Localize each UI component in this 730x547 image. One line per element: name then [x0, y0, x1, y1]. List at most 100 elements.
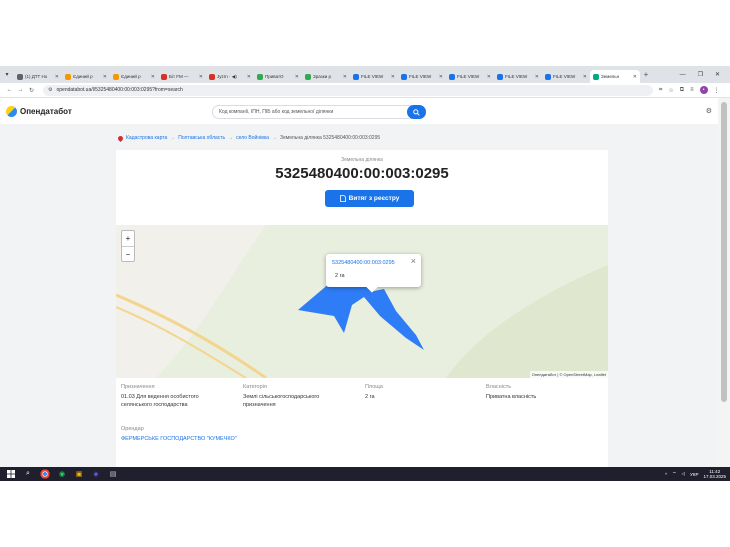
translate-icon[interactable]: ⌗	[659, 87, 662, 94]
tab-close-icon[interactable]: ✕	[535, 74, 539, 80]
scrollbar-thumb[interactable]	[721, 102, 727, 402]
zoom-out-button[interactable]: −	[122, 246, 134, 261]
site-logo[interactable]: Опендатабот	[6, 105, 72, 117]
language-indicator[interactable]: УКР	[690, 472, 698, 477]
tab-favicon-icon	[65, 73, 71, 80]
address-bar[interactable]: ⚙ opendatabot.ua/l/5325480400:00:003:029…	[43, 84, 653, 96]
browser-toolbar: ← → ↻ ⚙ opendatabot.ua/l/5325480400:00:0…	[0, 83, 730, 98]
close-window-icon[interactable]: ✕	[715, 71, 720, 78]
profile-avatar[interactable]: •	[699, 86, 708, 94]
minimize-icon[interactable]: —	[680, 72, 686, 78]
tab-close-icon[interactable]: ✕	[151, 74, 155, 80]
search-input[interactable]: Код компанії, ІПН, ПІБ або код земельної…	[212, 105, 426, 119]
browser-tab[interactable]: FILE VIEW ✕	[350, 70, 398, 83]
taskbar-search-icon[interactable]: ⌕	[22, 469, 34, 479]
tab-favicon-icon	[305, 73, 311, 80]
tab-favicon-icon	[545, 73, 551, 80]
page-scrollbar[interactable]	[718, 98, 730, 467]
browser-tab[interactable]: FILE VIEW ✕	[398, 70, 446, 83]
breadcrumb-cadastral-map[interactable]: Кадастрова карта	[126, 135, 167, 141]
tab-close-icon[interactable]: ✕	[487, 74, 491, 80]
windows-start-icon[interactable]	[5, 469, 17, 479]
tab-close-icon[interactable]: ✕	[199, 74, 203, 80]
breadcrumb-village[interactable]: село Войнівка	[236, 135, 269, 141]
clock-date: 17.03.2025	[703, 474, 726, 479]
browser-tab[interactable]: Єдиний р ✕	[110, 70, 158, 83]
category-value-line1: Землі сільськогосподарського	[243, 394, 320, 400]
tray-arrow-icon[interactable]: ^	[665, 472, 667, 477]
browser-tab[interactable]: Зразки р ✕	[302, 70, 350, 83]
search-placeholder: Код компанії, ІПН, ПІБ або код земельної…	[219, 109, 334, 115]
tab-title: FILE VIEW	[553, 74, 576, 79]
tab-search-icon[interactable]: ▾	[0, 66, 14, 83]
settings-gear-icon[interactable]: ⚙	[706, 107, 712, 115]
tab-title: Jyzrn · ◀)	[217, 73, 237, 79]
chrome-icon[interactable]	[39, 469, 51, 479]
popup-area-value: 2 га	[335, 273, 345, 279]
system-tray: ^ ⌔ ◁ УКР 11:42 17.03.2025	[665, 467, 726, 481]
breadcrumb-region[interactable]: Полтавська область	[178, 135, 225, 141]
toolbar-right: ⌗ ☆ ⧉ ≡ • ⋮	[659, 86, 720, 94]
app-icon[interactable]: ▤	[107, 469, 119, 479]
browser-tab[interactable]: ПриватО ✕	[254, 70, 302, 83]
cadastral-map[interactable]: + − 5325480400:00:003:0295 2 га × Опенда…	[116, 225, 608, 378]
tab-close-icon[interactable]: ✕	[55, 74, 59, 80]
files-icon[interactable]: ▣	[73, 469, 85, 479]
tab-list: (1) ДТТ Но ✕ Єдиний р ✕ Єдиний р ✕ Біт FM — ✕ Jy…	[14, 66, 640, 83]
purpose-field: Призначення 01.03 Для ведення особистого…	[121, 384, 236, 409]
tab-groups-icon[interactable]: ≡	[690, 87, 694, 93]
viber-icon[interactable]: ◈	[90, 469, 102, 479]
browser-tab[interactable]: (1) ДТТ Но ✕	[14, 70, 62, 83]
registry-extract-button[interactable]: Витяг з реєстру	[325, 190, 414, 207]
maximize-icon[interactable]: ❐	[698, 71, 703, 78]
logo-mark-icon	[6, 105, 17, 117]
browser-tab[interactable]: FILE VIEW ✕	[494, 70, 542, 83]
clock[interactable]: 11:42 17.03.2025	[703, 469, 726, 479]
menu-dots-icon[interactable]: ⋮	[714, 87, 720, 94]
url-text: opendatabot.ua/l/5325480400:00:003:0295?…	[56, 87, 183, 93]
lessee-link[interactable]: ФЕРМЕРСЬКЕ ГОСПОДАРСТВО "КУМЕЧКО"	[121, 435, 237, 443]
popup-close-icon[interactable]: ×	[411, 256, 416, 266]
search-button[interactable]	[407, 105, 426, 119]
tab-title: FILE VIEW	[361, 74, 384, 79]
extensions-icon[interactable]: ⧉	[680, 87, 684, 94]
screenshot-viewport: ▾ (1) ДТТ Но ✕ Єдиний р ✕ Єдиний р ✕ Біт FM — ✕…	[0, 66, 730, 481]
site-header: Опендатабот Код компанії, ІПН, ПІБ або к…	[0, 98, 718, 124]
tab-favicon-icon	[497, 73, 503, 80]
bookmark-star-icon[interactable]: ☆	[668, 87, 673, 94]
whatsapp-icon[interactable]: ◉	[56, 469, 68, 479]
browser-tab[interactable]: Jyzrn · ◀) ✕	[206, 70, 254, 83]
category-field: Категорія Землі сільськогосподарського п…	[243, 384, 358, 409]
tab-close-icon[interactable]: ✕	[343, 74, 347, 80]
ownership-field: Власність Приватна власність	[486, 384, 601, 401]
network-icon[interactable]: ⌔	[672, 471, 676, 477]
tab-close-icon[interactable]: ✕	[103, 74, 107, 80]
site-info-icon[interactable]: ⚙	[48, 87, 52, 93]
tab-active[interactable]: Земельн ✕	[590, 70, 640, 83]
popup-parcel-link[interactable]: 5325480400:00:003:0295	[332, 260, 395, 266]
browser-tab[interactable]: Єдиний р ✕	[62, 70, 110, 83]
browser-tab[interactable]: FILE VIEW ✕	[446, 70, 494, 83]
browser-tab[interactable]: Біт FM — ✕	[158, 70, 206, 83]
back-icon[interactable]: ←	[4, 87, 15, 93]
tab-close-icon[interactable]: ✕	[583, 74, 587, 80]
new-tab-button[interactable]: +	[640, 70, 652, 79]
tab-close-icon[interactable]: ✕	[391, 74, 395, 80]
reload-icon[interactable]: ↻	[26, 87, 37, 94]
tab-favicon-icon	[209, 73, 215, 80]
tab-title: (1) ДТТ Но	[25, 74, 48, 79]
forward-icon[interactable]: →	[15, 87, 26, 93]
screen: ▾ (1) ДТТ Но ✕ Єдиний р ✕ Єдиний р ✕ Біт FM — ✕…	[0, 0, 730, 547]
tab-close-icon[interactable]: ✕	[247, 74, 251, 80]
zoom-in-button[interactable]: +	[122, 231, 134, 246]
browser-tab[interactable]: FILE VIEW ✕	[542, 70, 590, 83]
tab-close-icon[interactable]: ✕	[295, 74, 299, 80]
tab-favicon-icon	[161, 73, 167, 80]
tab-close-icon[interactable]: ✕	[633, 74, 637, 80]
volume-icon[interactable]: ◁	[682, 471, 685, 477]
category-label: Категорія	[243, 384, 267, 390]
parcel-header-card: Земельна ділянка 5325480400:00:003:0295 …	[116, 150, 608, 225]
tab-title: ПриватО	[265, 74, 284, 79]
area-field: Площа 2 га	[365, 384, 480, 401]
tab-close-icon[interactable]: ✕	[439, 74, 443, 80]
